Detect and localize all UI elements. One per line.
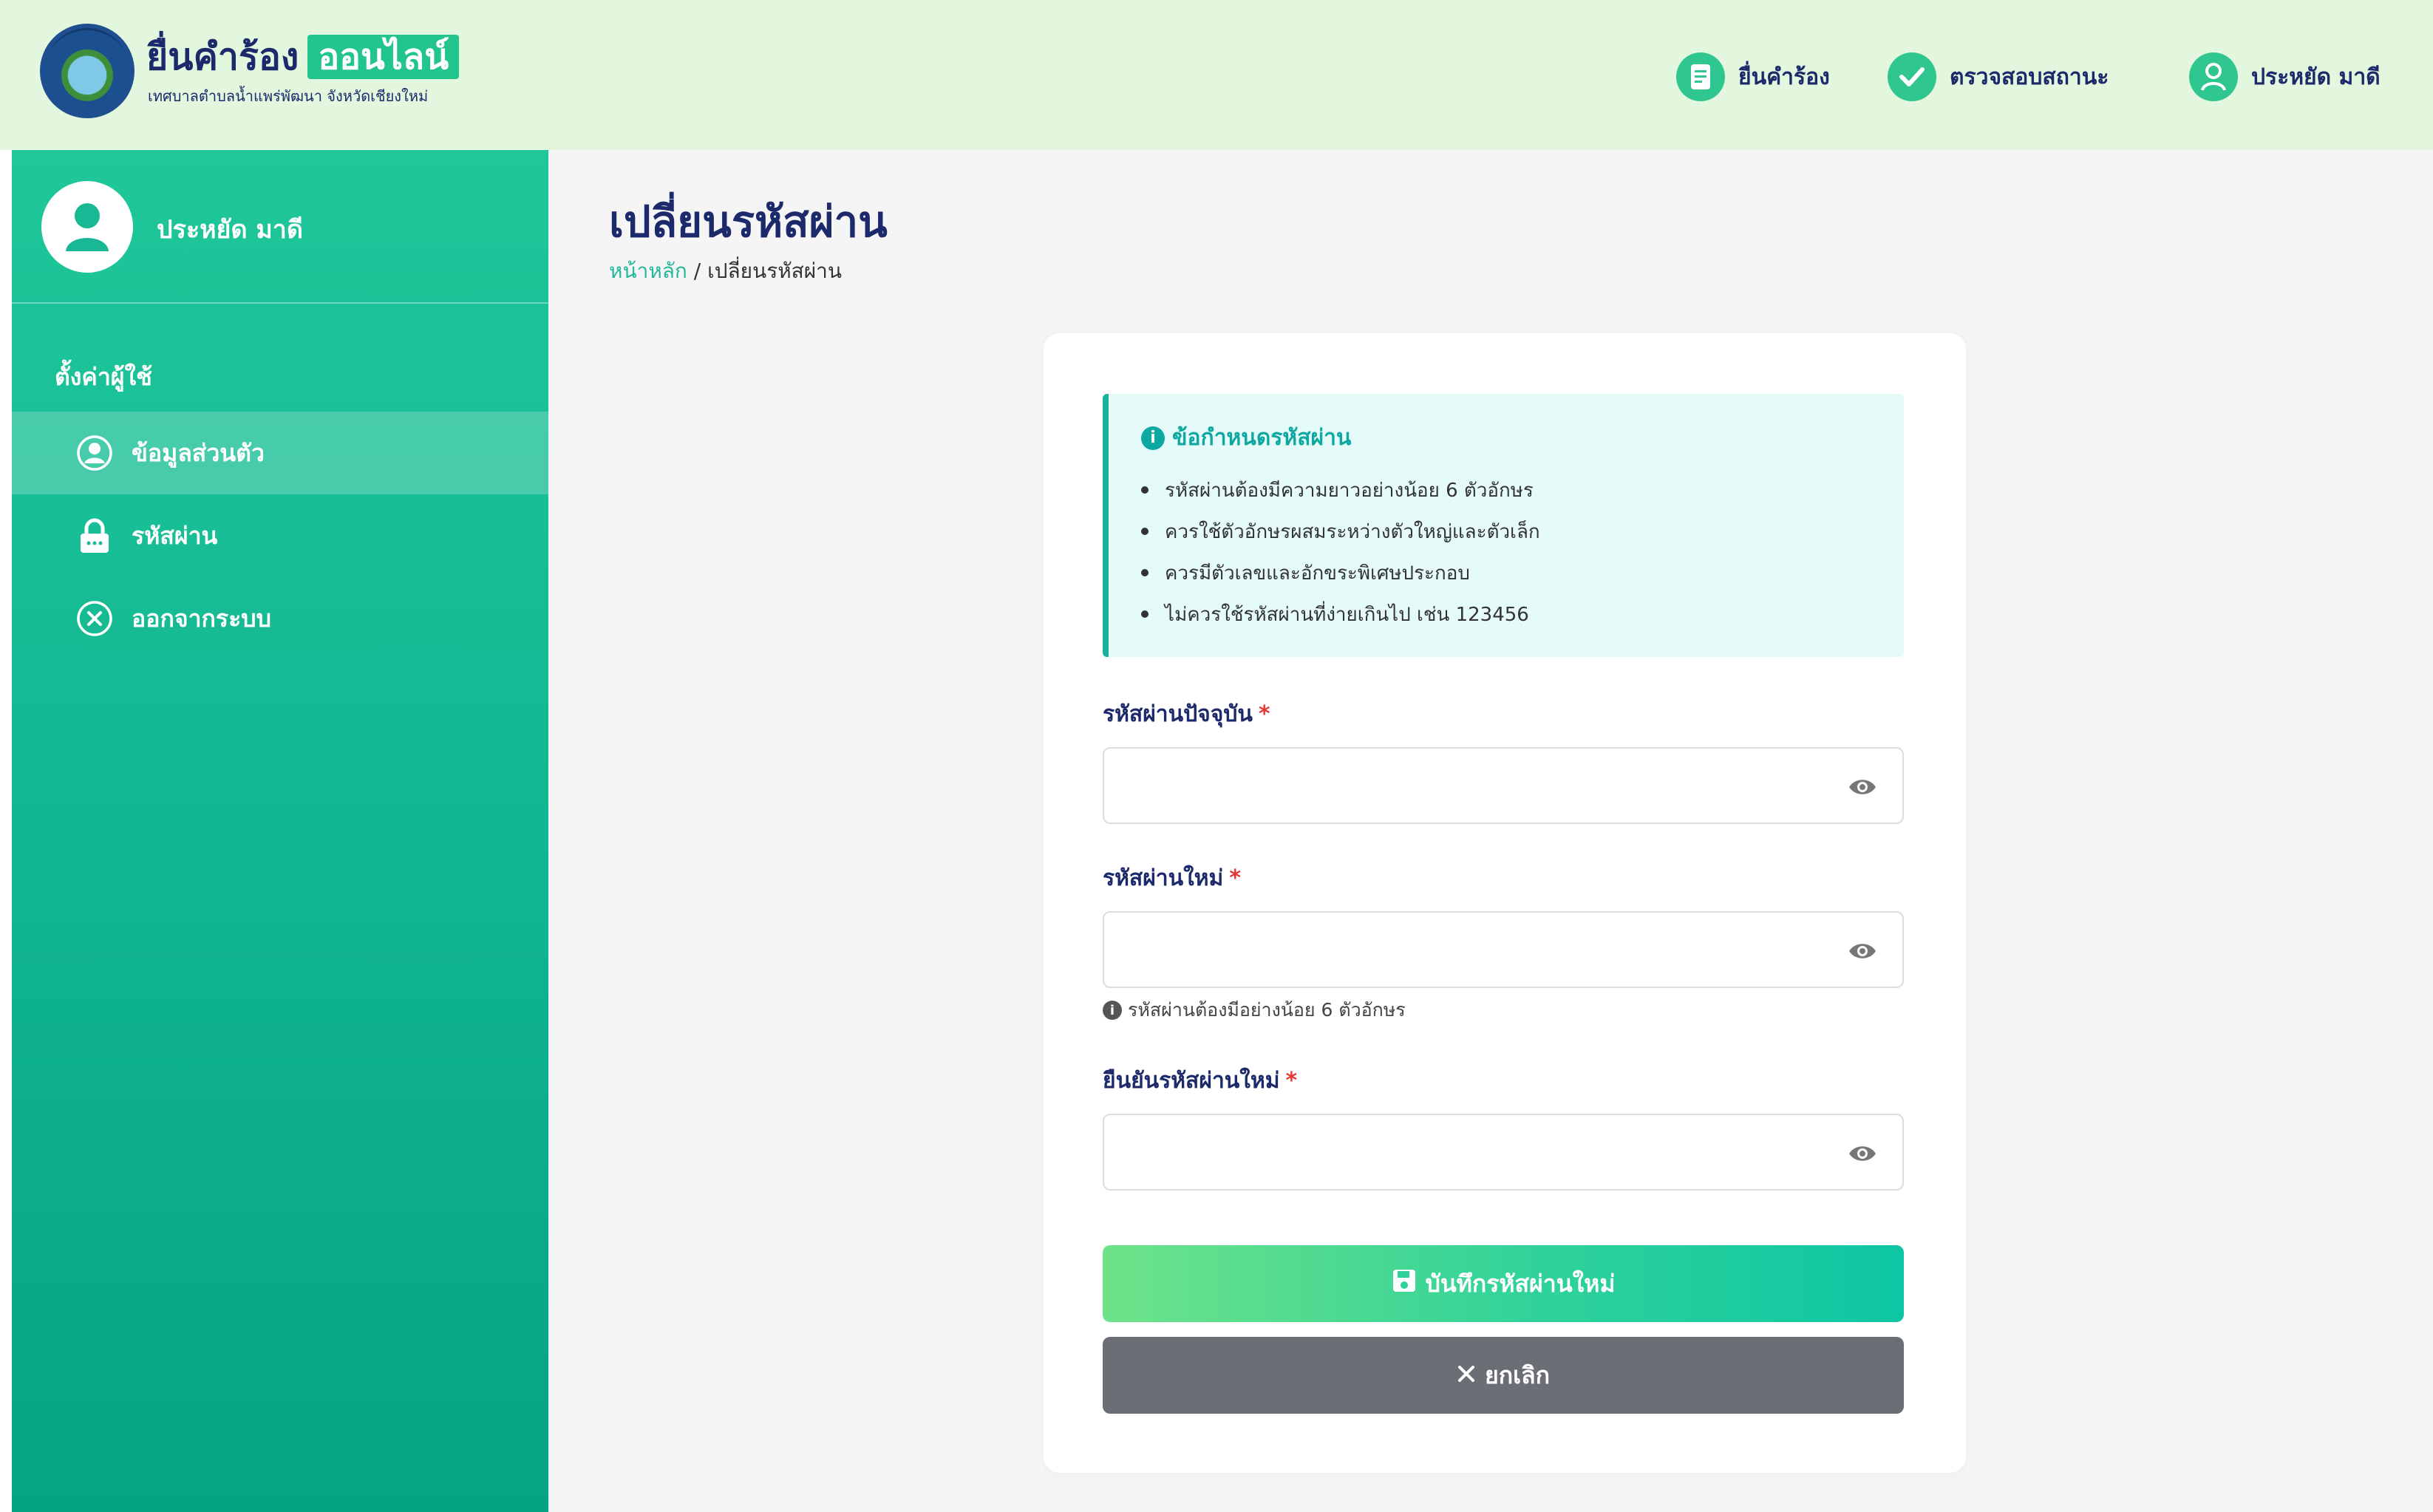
sidebar: ประหยัด มาดี ตั้งค่าผู้ใช้ ข้อมูลส่วนตัว… — [12, 150, 548, 1512]
close-circle-icon — [75, 599, 114, 638]
password-requirements-box: i ข้อกำหนดรหัสผ่าน รหัสผ่านต้องมีความยาว… — [1103, 394, 1904, 657]
sidebar-item-profile-label: ข้อมูลส่วนตัว — [132, 438, 265, 467]
info-icon: i — [1141, 426, 1165, 450]
required-mark: * — [1229, 865, 1242, 891]
sidebar-item-password-label: รหัสผ่าน — [132, 521, 218, 550]
requirement-text: ควรใช้ตัวอักษรผสมระหว่างตัวใหญ่และตัวเล็… — [1165, 520, 1540, 543]
breadcrumb-home-link[interactable]: หน้าหลัก — [609, 259, 687, 283]
document-icon — [1676, 52, 1725, 101]
nav-user-profile[interactable]: ประหยัด มาดี — [2189, 52, 2381, 102]
new-password-label-text: รหัสผ่านใหม่ — [1103, 865, 1224, 891]
info-icon: i — [1103, 1001, 1122, 1020]
user-icon — [2189, 52, 2238, 101]
nav-user-profile-label: ประหยัด มาดี — [2251, 64, 2381, 90]
new-password-hint: i รหัสผ่านต้องมีอย่างน้อย 6 ตัวอักษร — [1103, 995, 1406, 1025]
avatar — [41, 181, 133, 273]
nav-submit-request[interactable]: ยื่นคำร้อง — [1676, 52, 1830, 102]
new-password-field[interactable] — [1103, 911, 1904, 988]
nav-check-status-label: ตรวจสอบสถานะ — [1950, 64, 2109, 90]
nav-check-status[interactable]: ตรวจสอบสถานะ — [1888, 52, 2109, 102]
nav-submit-request-label: ยื่นคำร้อง — [1738, 64, 1830, 90]
save-button-label: บันทึกรหัสผ่านใหม่ — [1425, 1269, 1616, 1298]
requirements-title: i ข้อกำหนดรหัสผ่าน — [1141, 420, 1351, 455]
confirm-password-label: ยืนยันรหัสผ่านใหม่ * — [1103, 1063, 1297, 1098]
list-item: ควรมีตัวเลขและอักขระพิเศษประกอบ — [1141, 552, 1540, 593]
required-mark: * — [1285, 1068, 1298, 1094]
list-item: ควรใช้ตัวอักษรผสมระหว่างตัวใหญ่และตัวเล็… — [1141, 511, 1540, 552]
lock-icon — [75, 517, 114, 555]
list-item: รหัสผ่านต้องมีความยาวอย่างน้อย 6 ตัวอักษ… — [1141, 469, 1540, 511]
requirement-text: ไม่ควรใช้รหัสผ่านที่ง่ายเกินไป เช่น 1234… — [1165, 603, 1529, 626]
logo-title-text: ยื่นคำร้อง — [146, 35, 299, 78]
logo-badge-online: ออนไลน์ — [307, 35, 460, 79]
requirement-text: รหัสผ่านต้องมีความยาวอย่างน้อย 6 ตัวอักษ… — [1165, 479, 1534, 502]
eye-icon[interactable] — [1848, 938, 1877, 964]
sidebar-profile: ประหยัด มาดี — [12, 150, 548, 304]
user-circle-icon — [75, 434, 114, 472]
list-item: ไม่ควรใช้รหัสผ่านที่ง่ายเกินไป เช่น 1234… — [1141, 593, 1540, 635]
page-title: เปลี่ยนรหัสผ่าน — [609, 197, 888, 247]
left-edge-strip — [0, 150, 12, 1512]
eye-icon[interactable] — [1848, 774, 1877, 800]
breadcrumb-current: เปลี่ยนรหัสผ่าน — [707, 259, 843, 283]
main-content: เปลี่ยนรหัสผ่าน หน้าหลัก / เปลี่ยนรหัสผ่… — [548, 150, 2433, 1512]
confirm-password-label-text: ยืนยันรหัสผ่านใหม่ — [1103, 1068, 1280, 1094]
logo-subtitle: เทศบาลตำบลน้ำแพร่พัฒนา จังหวัดเชียงใหม่ — [148, 87, 429, 105]
confirm-password-field[interactable] — [1103, 1114, 1904, 1191]
site-logo-title[interactable]: ยื่นคำร้อง ออนไลน์ — [146, 31, 460, 83]
sidebar-section-title: ตั้งค่าผู้ใช้ — [55, 363, 152, 391]
requirements-title-text: ข้อกำหนดรหัสผ่าน — [1172, 425, 1352, 451]
sidebar-user-name: ประหยัด มาดี — [157, 215, 303, 245]
current-password-label-text: รหัสผ่านปัจจุบัน — [1103, 701, 1253, 727]
current-password-label: รหัสผ่านปัจจุบัน * — [1103, 697, 1270, 732]
required-mark: * — [1258, 701, 1270, 727]
cancel-button-label: ยกเลิก — [1484, 1361, 1551, 1389]
top-header: ยื่นคำร้อง ออนไลน์ เทศบาลตำบลน้ำแพร่พัฒน… — [0, 0, 2433, 150]
municipality-seal-logo[interactable] — [40, 24, 135, 118]
breadcrumb: หน้าหลัก / เปลี่ยนรหัสผ่าน — [609, 255, 842, 287]
sidebar-item-profile[interactable]: ข้อมูลส่วนตัว — [12, 412, 548, 494]
save-icon — [1392, 1268, 1417, 1299]
current-password-field[interactable] — [1103, 747, 1904, 824]
new-password-label: รหัสผ่านใหม่ * — [1103, 861, 1241, 896]
check-icon — [1888, 52, 1936, 101]
change-password-card: i ข้อกำหนดรหัสผ่าน รหัสผ่านต้องมีความยาว… — [1044, 333, 1966, 1473]
breadcrumb-separator: / — [693, 259, 701, 283]
sidebar-item-logout[interactable]: ออกจากระบบ — [12, 577, 548, 660]
requirement-text: ควรมีตัวเลขและอักขระพิเศษประกอบ — [1165, 562, 1470, 585]
new-password-hint-text: รหัสผ่านต้องมีอย่างน้อย 6 ตัวอักษร — [1128, 999, 1406, 1021]
close-icon — [1457, 1361, 1476, 1389]
cancel-button[interactable]: ยกเลิก — [1103, 1337, 1904, 1414]
save-new-password-button[interactable]: บันทึกรหัสผ่านใหม่ — [1103, 1245, 1904, 1322]
sidebar-item-password[interactable]: รหัสผ่าน — [12, 494, 548, 577]
eye-icon[interactable] — [1848, 1140, 1877, 1167]
sidebar-item-logout-label: ออกจากระบบ — [132, 604, 271, 633]
requirements-list: รหัสผ่านต้องมีความยาวอย่างน้อย 6 ตัวอักษ… — [1141, 469, 1540, 635]
